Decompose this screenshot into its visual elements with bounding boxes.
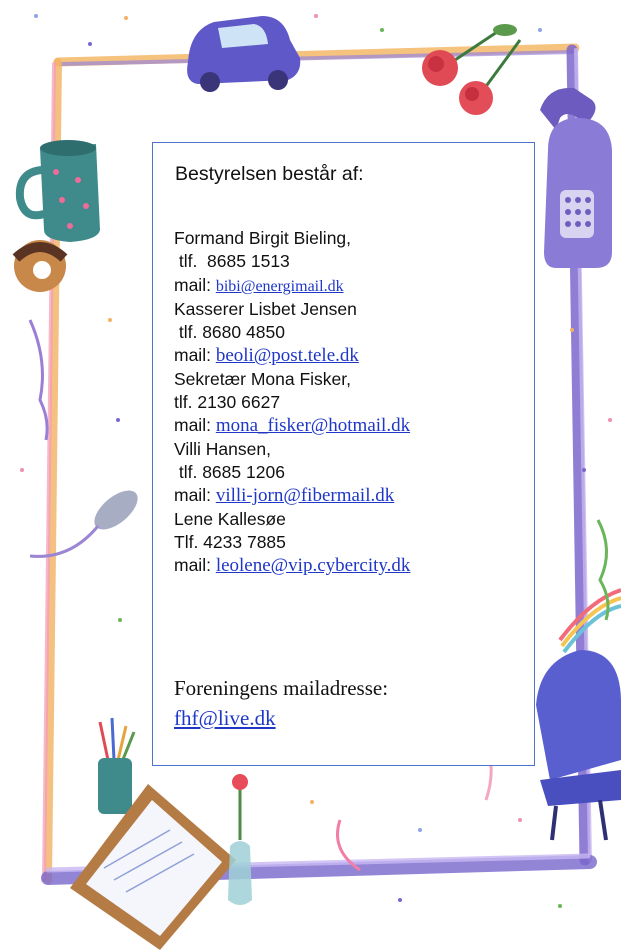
- mail-label: mail:: [174, 555, 216, 576]
- member-phone: tlf. 8680 4850: [174, 322, 285, 343]
- association-email-link[interactable]: fhf@live.dk: [174, 706, 276, 730]
- member-mail-line: mail: leolene@vip.cybercity.dk: [174, 554, 524, 577]
- member-email-link[interactable]: villi-jorn@fibermail.dk: [216, 485, 394, 506]
- member-name: Formand Birgit Bieling,: [174, 228, 352, 248]
- mail-label: mail:: [174, 415, 216, 436]
- member-phone: tlf. 8685 1206: [174, 461, 285, 482]
- member-phone: tlf. 8685 1513: [174, 251, 290, 272]
- members-list: Formand Birgit Bieling, tlf. 8685 1513 m…: [174, 227, 524, 577]
- donut-icon: [12, 240, 68, 292]
- member-phone: tlf. 2130 6627: [174, 392, 281, 413]
- member-email-link[interactable]: beoli@post.tele.dk: [216, 345, 359, 366]
- pencil-cup-icon: [98, 717, 136, 814]
- card-heading: Bestyrelsen består af:: [175, 163, 364, 185]
- board-members-card: Bestyrelsen består af: Formand Birgit Bi…: [152, 142, 535, 766]
- mug-icon: [15, 140, 100, 242]
- member-name: Lene Kallesøe: [174, 508, 286, 529]
- member-email-link[interactable]: bibi@energimail.dk: [216, 278, 344, 295]
- member-name: Kasserer Lisbet Jensen: [174, 298, 357, 319]
- member-mail-line: mail: villi-jorn@fibermail.dk: [174, 484, 524, 507]
- roses-icon: [422, 24, 522, 115]
- association-contact: Foreningens mailadresse: fhf@live.dk: [174, 673, 388, 733]
- flower-vase-icon: [228, 774, 252, 905]
- member-name: Sekretær Mona Fisker,: [174, 368, 351, 389]
- mail-label: mail:: [174, 485, 216, 506]
- member-email-link[interactable]: leolene@vip.cybercity.dk: [216, 555, 411, 576]
- telephone-icon: [540, 87, 612, 268]
- member-name: Villi Hansen,: [174, 438, 271, 459]
- member-phone: Tlf. 4233 7885: [174, 531, 286, 552]
- member-mail-line: mail: mona_fisker@hotmail.dk: [174, 414, 524, 437]
- member-email-link[interactable]: mona_fisker@hotmail.dk: [216, 415, 410, 436]
- member-mail-line: mail: bibi@energimail.dk: [174, 274, 524, 298]
- mail-label: mail:: [174, 345, 216, 366]
- association-label: Foreningens mailadresse:: [174, 676, 389, 700]
- car-icon: [187, 16, 301, 92]
- member-mail-line: mail: beoli@post.tele.dk: [174, 344, 524, 367]
- clipboard-icon: [70, 784, 236, 950]
- mail-label: mail:: [174, 274, 216, 295]
